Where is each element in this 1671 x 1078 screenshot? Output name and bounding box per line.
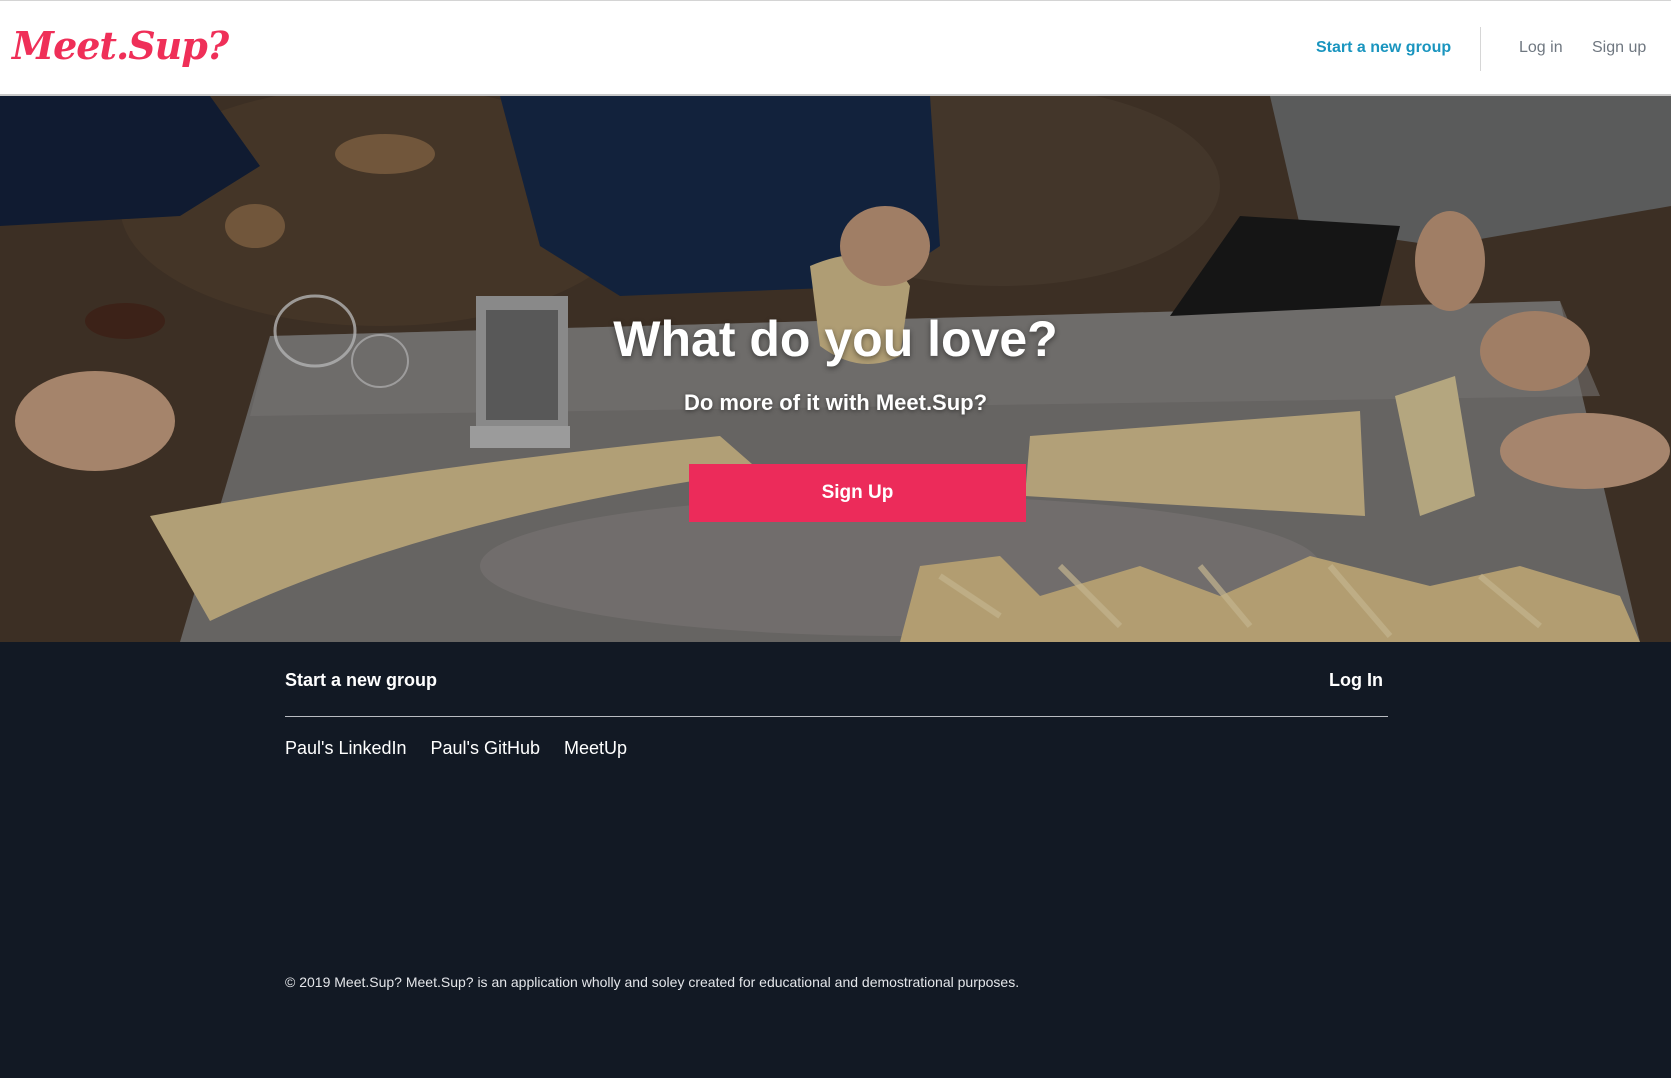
logo[interactable]: Meet.Sup? xyxy=(12,23,229,68)
hero-title: What do you love? xyxy=(613,311,1058,367)
nav-divider xyxy=(1480,27,1481,71)
footer-start-group-link[interactable]: Start a new group xyxy=(285,670,437,691)
footer-links: Paul's LinkedIn Paul's GitHub MeetUp xyxy=(285,738,627,759)
nav-start-group-link[interactable]: Start a new group xyxy=(1316,39,1451,57)
footer-divider xyxy=(285,716,1388,717)
footer-copyright: © 2019 Meet.Sup? Meet.Sup? is an applica… xyxy=(285,974,1020,990)
hero-background-image xyxy=(0,96,1671,642)
hero-banner: What do you love? Do more of it with Mee… xyxy=(0,96,1671,642)
footer-link-linkedin[interactable]: Paul's LinkedIn xyxy=(285,738,407,759)
hero-subtitle: Do more of it with Meet.Sup? xyxy=(683,390,988,415)
nav-signup-link[interactable]: Sign up xyxy=(1592,39,1646,57)
nav-login-link[interactable]: Log in xyxy=(1519,39,1563,57)
footer: Start a new group Log In Paul's LinkedIn… xyxy=(0,642,1671,1078)
footer-login-link[interactable]: Log In xyxy=(1329,670,1383,691)
footer-link-meetup[interactable]: MeetUp xyxy=(564,738,627,759)
hero-signup-button[interactable]: Sign Up xyxy=(689,464,1026,522)
page: Meet.Sup? Start a new group Log in Sign … xyxy=(0,0,1671,1078)
footer-link-github[interactable]: Paul's GitHub xyxy=(431,738,541,759)
top-nav-bar: Meet.Sup? Start a new group Log in Sign … xyxy=(0,0,1671,96)
